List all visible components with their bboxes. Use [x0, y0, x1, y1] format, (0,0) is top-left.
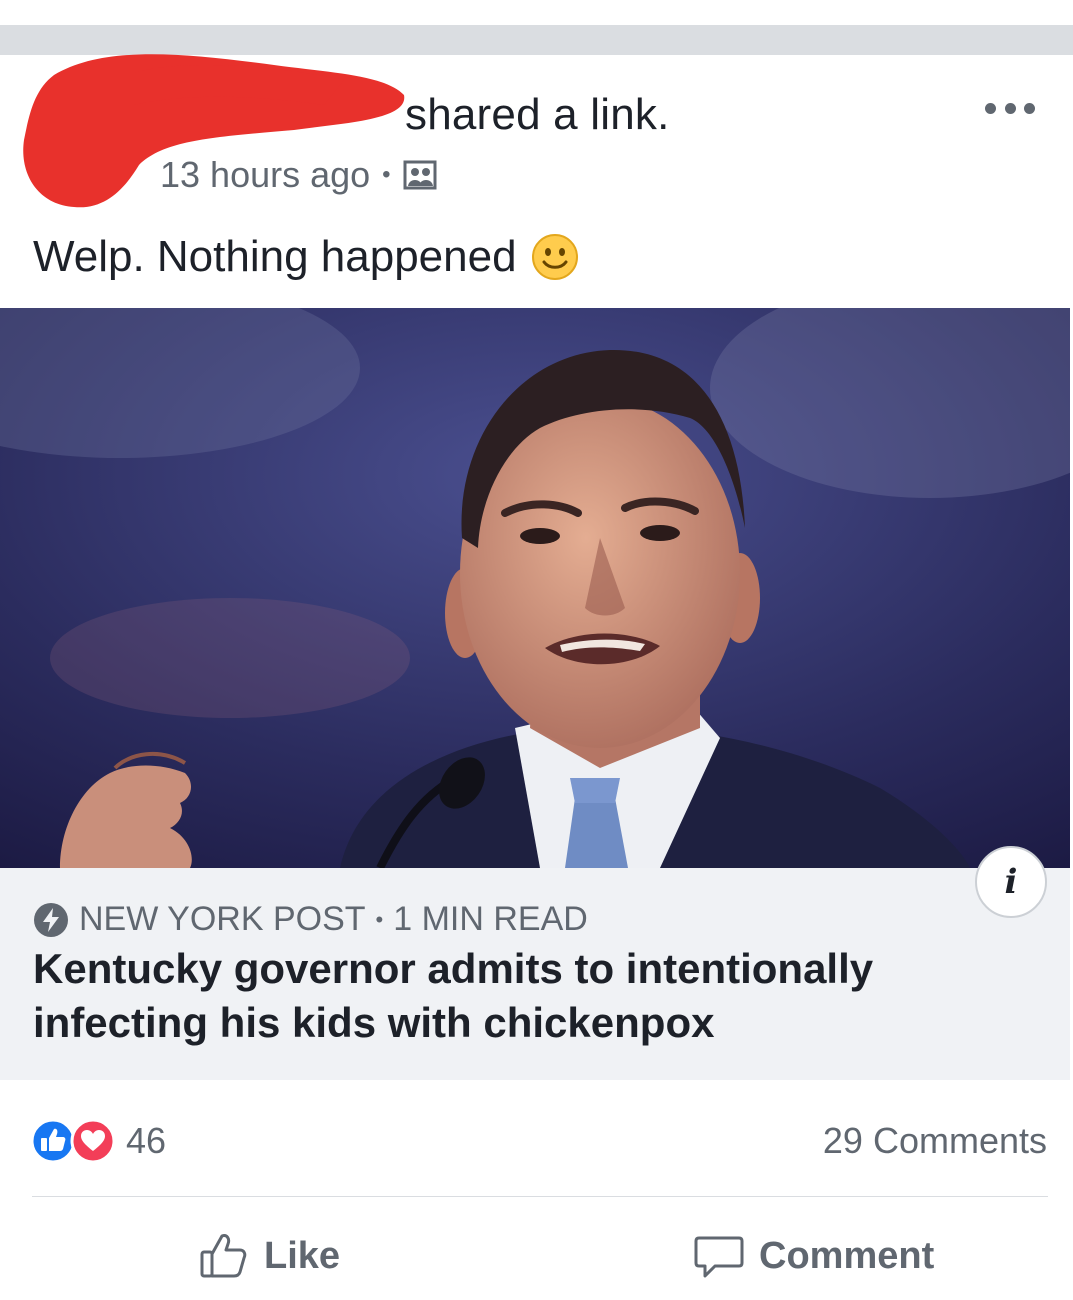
post-message-text: Welp. Nothing happened [33, 232, 517, 281]
read-time: 1 MIN READ [393, 900, 588, 938]
post-message: Welp. Nothing happened [33, 232, 579, 282]
source-name: NEW YORK POST [79, 900, 366, 938]
news-photo[interactable] [0, 308, 1070, 868]
like-button-label: Like [264, 1234, 341, 1277]
link-headline[interactable]: Kentucky governor admits to intentionall… [33, 942, 933, 1050]
meta-separator: • [382, 161, 391, 188]
post-timestamp[interactable]: 13 hours ago [160, 154, 370, 196]
love-reaction-icon [70, 1118, 116, 1164]
source-separator: • [375, 906, 384, 932]
comment-button-label: Comment [759, 1234, 935, 1277]
post-meta: 13 hours ago • [160, 154, 437, 196]
actions-divider [32, 1196, 1048, 1197]
comment-button[interactable]: Comment [693, 1228, 934, 1284]
facebook-post-screen: shared a link. 13 hours ago • Welp. Noth… [0, 0, 1073, 1300]
comments-count[interactable]: 29 Comments [823, 1120, 1047, 1162]
info-button[interactable]: i [975, 846, 1047, 918]
news-photo-illustration [0, 308, 1070, 868]
shared-link-text: shared a link. [405, 90, 670, 139]
reactions-summary[interactable]: 46 [30, 1118, 166, 1164]
slightly-smiling-face-emoji [531, 234, 578, 280]
thumbs-up-icon [200, 1234, 247, 1278]
friends-icon[interactable] [403, 160, 437, 190]
like-button[interactable]: Like [198, 1228, 340, 1284]
more-options-icon[interactable] [985, 92, 1035, 124]
instant-article-icon [34, 902, 68, 937]
link-source: NEW YORK POST • 1 MIN READ [33, 900, 588, 939]
speech-bubble-icon [694, 1236, 744, 1278]
reaction-count: 46 [126, 1120, 167, 1161]
